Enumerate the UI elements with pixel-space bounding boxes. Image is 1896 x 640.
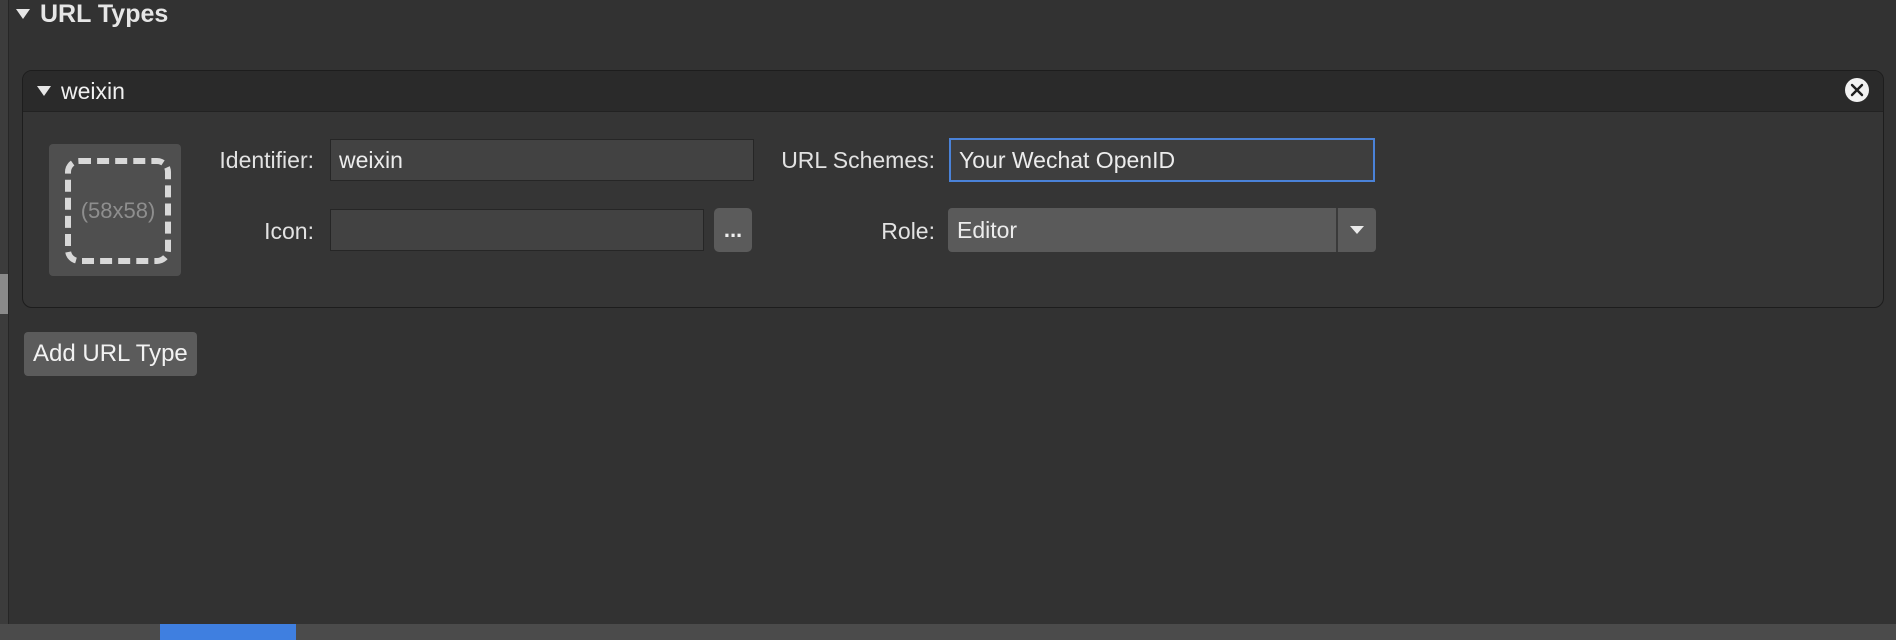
section-title: URL Types	[40, 0, 169, 28]
url-schemes-label: URL Schemes:	[781, 147, 935, 173]
icon-placeholder-frame: (58x58)	[65, 158, 171, 264]
disclosure-triangle-icon[interactable]	[16, 9, 30, 19]
icon-field[interactable]	[330, 209, 704, 251]
gutter-scroll-indicator[interactable]	[0, 274, 8, 314]
browse-button[interactable]: ...	[714, 208, 752, 252]
icon-size-hint: (58x58)	[80, 198, 156, 223]
url-types-section-header[interactable]: URL Types	[16, 0, 168, 28]
disclosure-triangle-icon[interactable]	[37, 86, 51, 96]
role-select[interactable]: Editor	[948, 208, 1376, 252]
add-url-type-button[interactable]: Add URL Type	[24, 332, 197, 376]
close-circle-icon[interactable]	[1845, 78, 1869, 102]
url-type-panel: weixin (58x58)	[22, 70, 1884, 308]
left-gutter	[0, 0, 9, 640]
role-label: Role:	[881, 218, 935, 244]
icon-label: Icon:	[264, 218, 314, 244]
url-schemes-field[interactable]: Your Wechat OpenID	[949, 138, 1375, 182]
identifier-label: Identifier:	[219, 147, 314, 173]
role-value: Editor	[957, 216, 1018, 243]
identifier-field[interactable]: weixin	[330, 139, 754, 181]
chevron-down-icon[interactable]	[1338, 226, 1376, 234]
url-type-name: weixin	[61, 77, 125, 104]
bottom-tab-selected[interactable]	[160, 624, 296, 640]
url-types-editor: URL Types weixin (58x58) Identifier: wei…	[0, 0, 1896, 640]
url-type-header[interactable]: weixin	[23, 71, 1883, 112]
